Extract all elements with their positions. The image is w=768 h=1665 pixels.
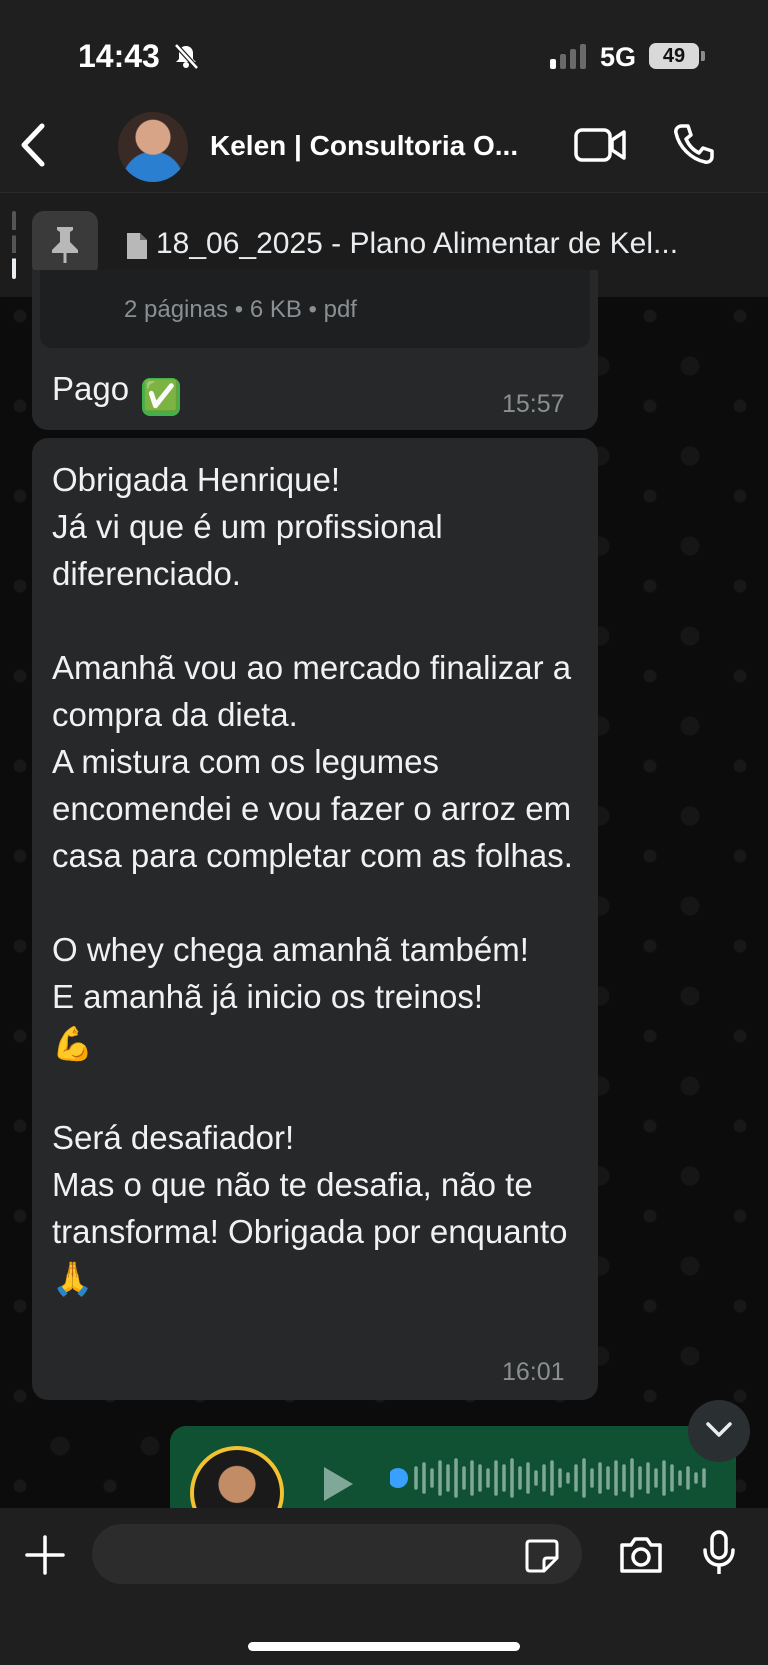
message-input[interactable] xyxy=(92,1524,582,1584)
pin-button[interactable] xyxy=(32,211,98,277)
scroll-to-bottom-button[interactable] xyxy=(688,1400,750,1462)
microphone-icon[interactable] xyxy=(702,1530,736,1576)
phone-call-icon[interactable] xyxy=(672,122,716,166)
voice-message-bubble[interactable] xyxy=(170,1426,736,1510)
signal-icon xyxy=(550,44,586,69)
audio-waveform[interactable] xyxy=(390,1456,720,1500)
battery-icon: 49 xyxy=(649,43,699,69)
message-timestamp: 16:01 xyxy=(502,1358,565,1386)
message-composer xyxy=(0,1508,768,1665)
play-icon[interactable] xyxy=(320,1464,356,1504)
message-bubble-incoming[interactable]: Obrigada Henrique! Já vi que é um profis… xyxy=(32,438,598,1400)
message-text: Pago ✅ xyxy=(52,370,181,416)
message-text: Obrigada Henrique! Já vi que é um profis… xyxy=(52,461,573,1297)
video-call-icon[interactable] xyxy=(574,126,626,164)
pin-indicator xyxy=(12,211,16,279)
document-meta: 2 páginas • 6 KB • pdf xyxy=(124,296,357,323)
pin-icon xyxy=(52,227,78,263)
bell-slash-icon xyxy=(174,43,199,70)
chevron-down-icon xyxy=(706,1422,732,1437)
pinned-message-text: 18_06_2025 - Plano Alimentar de Kel... xyxy=(156,227,679,260)
network-type: 5G xyxy=(600,42,637,72)
chat-header: Kelen | Consultoria O... xyxy=(0,100,768,192)
contact-name[interactable]: Kelen | Consultoria O... xyxy=(210,130,550,162)
back-chevron-icon[interactable] xyxy=(16,122,48,168)
sticker-icon[interactable] xyxy=(524,1538,560,1574)
battery-tip xyxy=(701,51,705,61)
document-icon xyxy=(127,233,147,259)
contact-avatar[interactable] xyxy=(118,112,188,182)
message-timestamp: 15:57 xyxy=(502,390,565,418)
plus-icon[interactable] xyxy=(24,1534,66,1576)
check-mark-emoji: ✅ xyxy=(142,378,181,416)
home-indicator xyxy=(248,1642,520,1651)
sender-avatar xyxy=(190,1446,284,1510)
camera-icon[interactable] xyxy=(618,1536,664,1574)
status-bar: 14:43 5G 49 xyxy=(0,0,768,100)
message-text-content: Pago xyxy=(52,370,130,407)
document-attachment[interactable]: 2 páginas • 6 KB • pdf xyxy=(40,270,590,348)
message-bubble-incoming[interactable]: 2 páginas • 6 KB • pdf Pago ✅ 15:57 xyxy=(32,270,598,430)
status-time: 14:43 xyxy=(78,38,160,74)
